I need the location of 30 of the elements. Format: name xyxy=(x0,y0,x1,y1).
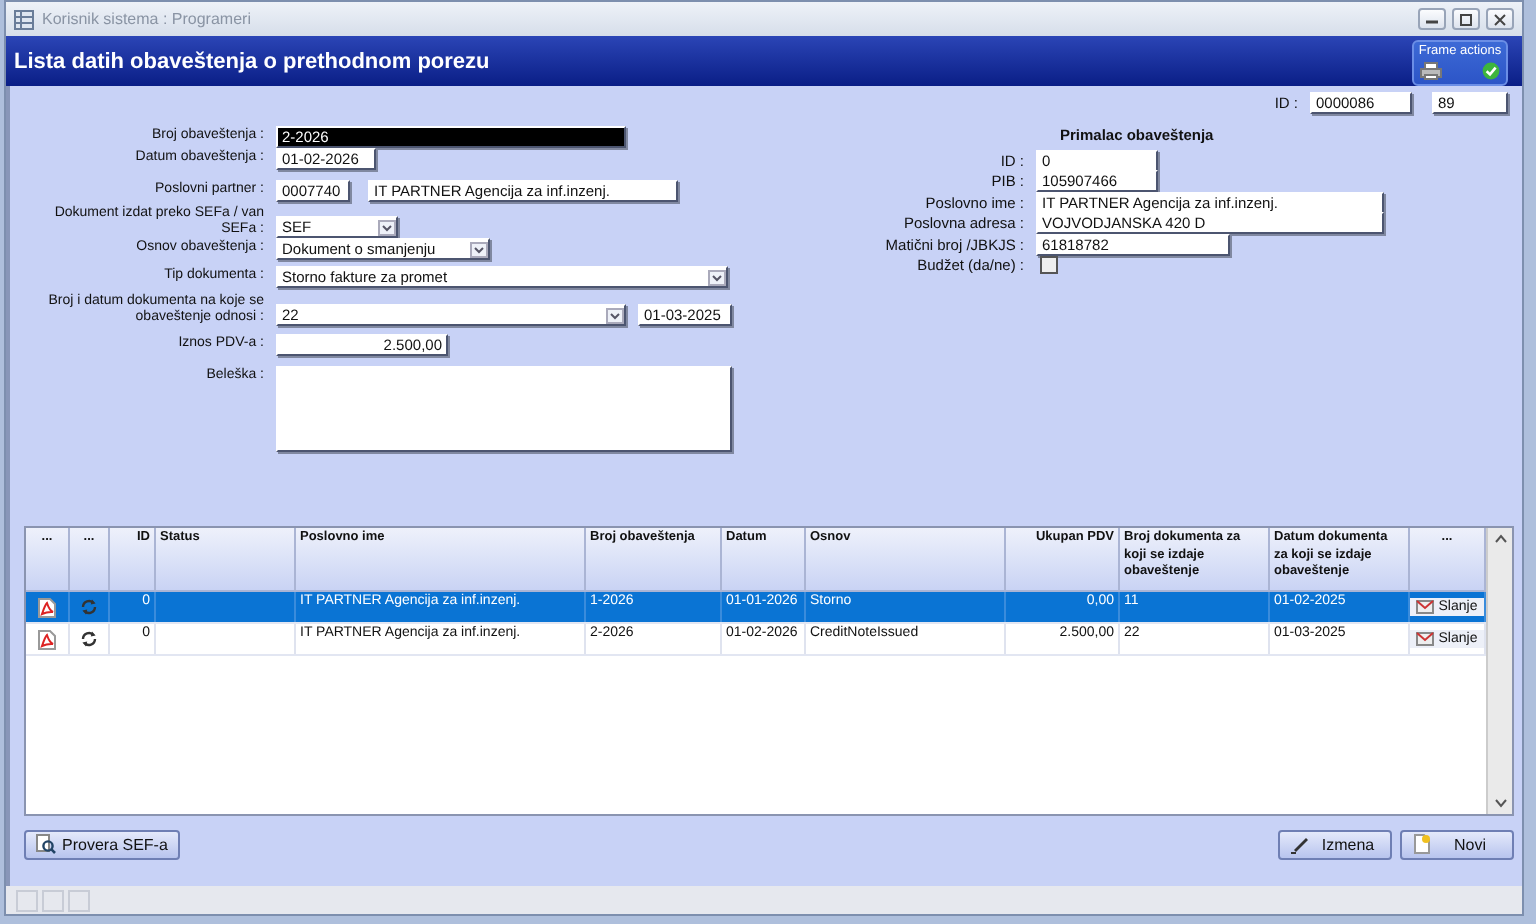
check-button[interactable]: Provera SEF-a xyxy=(24,829,180,859)
page-title: Lista datih obaveštenja o prethodnom porezu xyxy=(14,49,490,73)
magnifier-icon xyxy=(36,834,56,854)
document-icon xyxy=(1412,834,1432,854)
close-button[interactable] xyxy=(1486,8,1514,30)
envelope-icon xyxy=(1416,632,1435,646)
envelope-icon xyxy=(1416,600,1435,614)
printer-icon[interactable] xyxy=(1420,62,1442,80)
edit-button[interactable]: Izmena xyxy=(1278,829,1392,859)
minimize-button[interactable] xyxy=(1418,8,1446,30)
maximize-button[interactable] xyxy=(1452,8,1480,30)
maximize-icon xyxy=(1458,13,1474,25)
grid-icon xyxy=(14,9,34,29)
pdf-icon[interactable] xyxy=(38,629,56,649)
pencil-icon xyxy=(1290,834,1310,854)
scrollbar[interactable] xyxy=(1486,528,1512,814)
chevron-down-icon xyxy=(708,269,726,285)
check-icon[interactable] xyxy=(1482,62,1500,80)
pdf-icon[interactable] xyxy=(38,597,56,617)
note-field[interactable] xyxy=(276,366,732,452)
scroll-up-icon[interactable] xyxy=(1493,534,1507,544)
refresh-icon[interactable] xyxy=(80,630,98,648)
close-icon xyxy=(1492,13,1508,25)
chevron-down-icon xyxy=(378,219,396,235)
checkbox[interactable] xyxy=(1040,256,1058,274)
new-button[interactable]: Novi xyxy=(1400,829,1514,859)
scroll-down-icon[interactable] xyxy=(1493,798,1507,808)
window-title: Korisnik sistema : Programeri xyxy=(42,10,251,28)
chevron-down-icon xyxy=(606,307,624,323)
chevron-down-icon xyxy=(470,241,488,257)
